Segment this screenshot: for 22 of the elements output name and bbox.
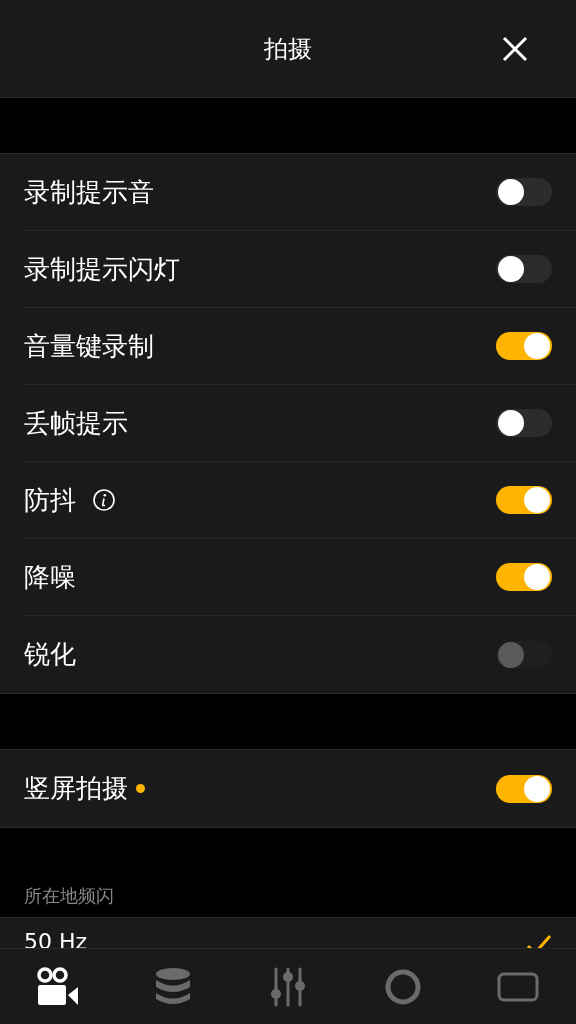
info-icon[interactable] xyxy=(92,488,116,512)
database-icon xyxy=(154,966,191,1007)
setting-label: 音量键录制 xyxy=(24,329,154,363)
toggle-switch[interactable] xyxy=(496,178,552,206)
setting-label: 录制提示音 xyxy=(24,175,154,209)
setting-label: 竖屏拍摄 xyxy=(24,772,128,805)
setting-label: 防抖 xyxy=(24,483,76,517)
page-title: 拍摄 xyxy=(264,33,312,65)
toggle-switch[interactable] xyxy=(496,255,552,283)
toggle-switch[interactable] xyxy=(496,774,552,803)
sliders-icon xyxy=(269,966,306,1007)
movie-camera-icon xyxy=(35,966,80,1007)
setting-label: 录制提示闪灯 xyxy=(24,252,180,286)
close-icon[interactable] xyxy=(502,36,528,62)
section-heading: 所在地频闪 xyxy=(24,884,115,908)
setting-label: 丢帧提示 xyxy=(24,406,128,440)
toggle-switch[interactable] xyxy=(496,409,552,437)
toggle-switch[interactable] xyxy=(496,563,552,591)
toggle-switch[interactable] xyxy=(496,486,552,514)
setting-label: 降噪 xyxy=(24,560,76,594)
setting-label: 锐化 xyxy=(24,638,76,671)
toggle-switch[interactable] xyxy=(496,332,552,360)
